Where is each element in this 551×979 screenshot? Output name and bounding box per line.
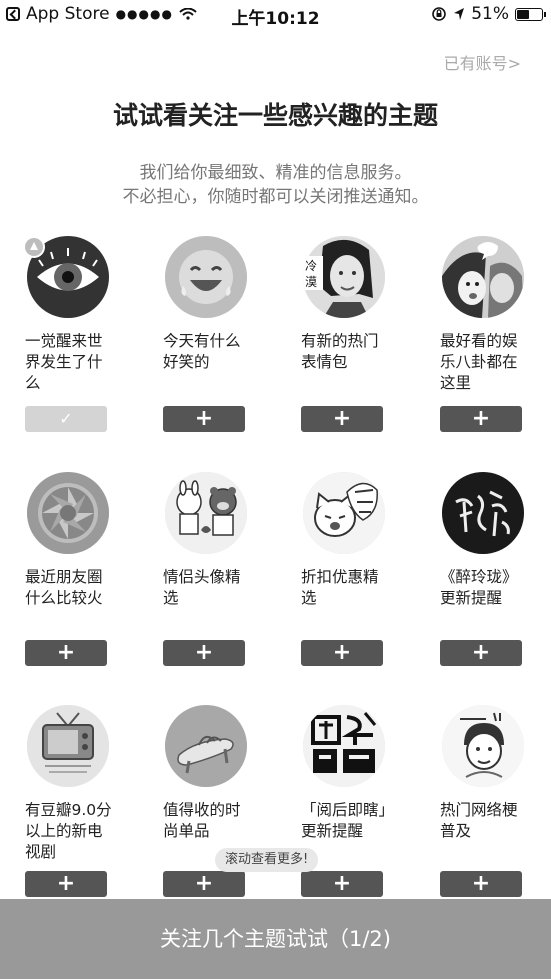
gossip-cartoon-icon [442,236,524,318]
orientation-lock-icon [432,7,447,21]
couple-bears-icon [165,472,247,554]
topic-label: 情侣头像精选 [163,568,241,607]
topic-label: 最近朋友圈什么比较火 [25,568,103,607]
sandal-icon [165,705,247,787]
follow-button[interactable]: + [440,871,522,897]
follow-topics-submit-button[interactable]: 关注几个主题试试（1/2) [0,899,551,979]
topic-label: 折扣优惠精选 [301,568,379,607]
follow-button[interactable]: + [25,871,107,897]
svg-text:冷: 冷 [305,259,317,273]
woman-face-meme-icon: 冷 漠 [303,236,385,318]
follow-button[interactable]: + [25,640,107,666]
topic-label: 有新的热门表情包 [301,332,379,371]
status-bar: App Store ●●●●● 上午10:12 51% [0,0,551,30]
chinese-text-logo-icon [303,705,385,787]
follow-button[interactable]: + [301,640,383,666]
page-title: 试试看关注一些感兴趣的主题 [112,101,438,130]
battery-icon [515,7,546,21]
topic-label: 有豆瓣9.0分以上的新电视剧 [25,801,112,861]
topic-label: 热门网络梗普及 [440,801,518,840]
topic-label: 值得收的时尚单品 [163,801,241,840]
upload-badge-icon [23,236,45,258]
topic-label: 一觉醒来世界发生了什么 [25,332,103,392]
camera-shutter-icon [27,472,109,554]
svg-text:漠: 漠 [305,275,317,289]
follow-button[interactable]: + [163,871,245,897]
follow-button[interactable]: + [440,406,522,432]
follow-button[interactable]: + [163,406,245,432]
calligraphy-icon [442,472,524,554]
scroll-hint-toast: 滚动查看更多! [215,848,319,872]
subtitle-line-2: 不必担心，你随时都可以关闭推送通知。 [122,187,429,207]
laughing-emoji-icon [165,236,247,318]
subtitle-line-1: 我们给你最细致、精准的信息服务。 [139,163,412,183]
topic-label: 《醉玲珑》更新提醒 [440,568,518,607]
follow-button[interactable]: + [301,406,383,432]
battery-percent: 51% [471,4,509,24]
status-right: 51% [431,4,546,24]
shopping-cat-icon [303,472,385,554]
duang-cartoon-icon [442,705,524,787]
retro-tv-icon [27,705,109,787]
location-arrow-icon [454,8,465,20]
topic-label: 最好看的娱乐八卦都在这里 [440,332,518,392]
topic-label: 今天有什么好笑的 [163,332,241,371]
follow-button[interactable]: + [163,640,245,666]
follow-button[interactable]: ✓ [25,406,107,432]
topic-label: 「阅后即瞎」更新提醒 [301,801,387,840]
follow-button[interactable]: + [440,640,522,666]
follow-button[interactable]: + [301,871,383,897]
have-account-link[interactable]: 已有账号> [444,50,521,74]
